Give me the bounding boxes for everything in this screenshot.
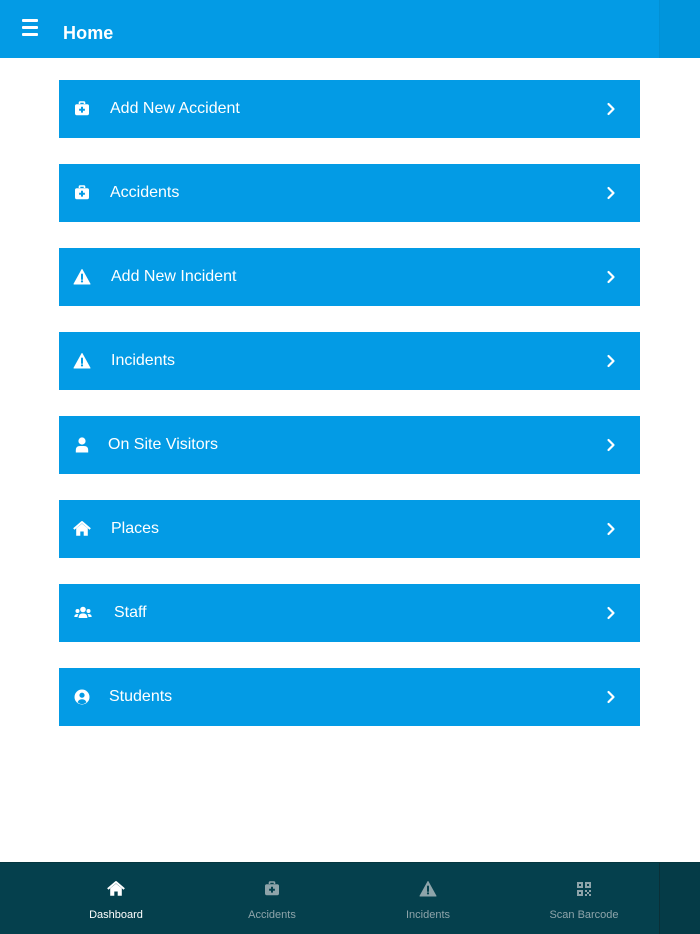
qr-code-icon <box>577 882 591 896</box>
tab-label: Dashboard <box>89 909 143 921</box>
user-circle-icon <box>74 689 90 705</box>
chevron-right-icon <box>607 186 615 200</box>
page-title: Home <box>63 23 114 43</box>
header-edge-panel <box>659 0 700 58</box>
tab-scan-barcode[interactable]: Scan Barcode <box>506 863 662 934</box>
chevron-right-icon <box>607 102 615 116</box>
app-root: Home Add New Accident Accidents Add New … <box>0 0 700 934</box>
menu-item-students[interactable]: Students <box>59 668 640 726</box>
home-icon <box>107 881 125 896</box>
warning-triangle-icon <box>73 353 91 369</box>
menu-item-accidents[interactable]: Accidents <box>59 164 640 222</box>
tab-dashboard[interactable]: Dashboard <box>38 863 194 934</box>
tab-label: Scan Barcode <box>549 909 619 921</box>
app-header: Home <box>0 0 700 58</box>
nav-edge-panel <box>659 863 700 934</box>
chevron-right-icon <box>607 438 615 452</box>
warning-triangle-icon <box>73 269 91 285</box>
menu-item-add-new-incident[interactable]: Add New Incident <box>59 248 640 306</box>
first-aid-kit-icon <box>75 185 89 200</box>
menu-item-label: Add New Accident <box>110 100 240 117</box>
chevron-right-icon <box>607 270 615 284</box>
tab-label: Accidents <box>248 909 296 921</box>
menu-item-label: Accidents <box>110 184 180 201</box>
chevron-right-icon <box>607 354 615 368</box>
users-group-icon <box>74 606 92 618</box>
tab-incidents[interactable]: Incidents <box>350 863 506 934</box>
user-icon <box>75 437 89 453</box>
menu-item-label: Students <box>109 688 173 705</box>
menu-item-incidents[interactable]: Incidents <box>59 332 640 390</box>
menu-item-label: Staff <box>114 604 147 621</box>
menu-item-on-site-visitors[interactable]: On Site Visitors <box>59 416 640 474</box>
menu-item-label: Add New Incident <box>111 268 237 285</box>
menu-item-label: Incidents <box>111 352 176 369</box>
bottom-tab-bar: Dashboard Accidents Incidents Scan Barco… <box>0 862 700 934</box>
chevron-right-icon <box>607 522 615 536</box>
hamburger-menu-icon[interactable] <box>14 17 46 41</box>
tab-label: Incidents <box>405 909 451 921</box>
dashboard-menu-list: Add New Accident Accidents Add New Incid… <box>59 80 640 752</box>
chevron-right-icon <box>607 606 615 620</box>
menu-item-label: Places <box>111 520 160 537</box>
menu-item-add-new-accident[interactable]: Add New Accident <box>59 80 640 138</box>
chevron-right-icon <box>607 690 615 704</box>
menu-item-staff[interactable]: Staff <box>59 584 640 642</box>
menu-item-places[interactable]: Places <box>59 500 640 558</box>
tab-accidents[interactable]: Accidents <box>194 863 350 934</box>
home-icon <box>73 521 91 536</box>
first-aid-kit-icon <box>265 881 279 896</box>
warning-triangle-icon <box>419 881 437 897</box>
first-aid-kit-icon <box>75 101 89 116</box>
menu-item-label: On Site Visitors <box>108 436 218 453</box>
